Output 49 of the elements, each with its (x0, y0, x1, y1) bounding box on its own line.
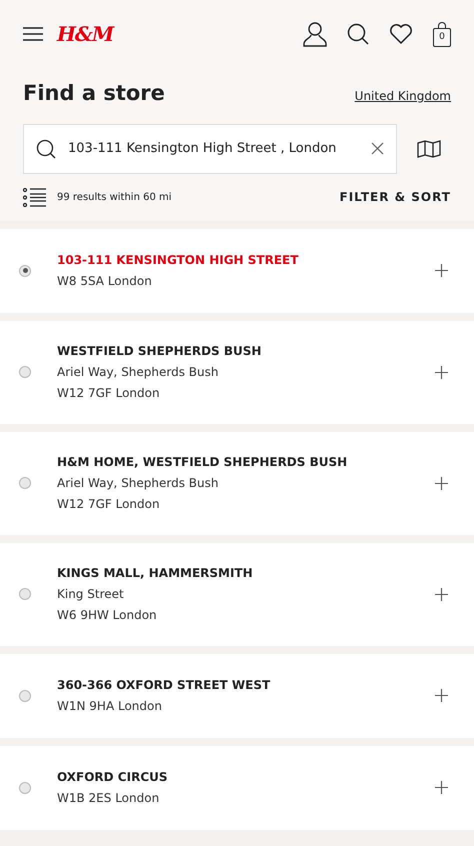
store-address: W1N 9HA London (57, 698, 163, 715)
plus-icon[interactable] (435, 588, 448, 600)
store-card[interactable]: KINGS MALL, HAMMERSMITH King Street W6 9HW London (0, 542, 474, 646)
store-address: W8 5SA London (57, 273, 153, 290)
plus-icon[interactable] (435, 689, 448, 702)
radio-button[interactable] (19, 366, 31, 378)
radio-button[interactable] (19, 477, 31, 489)
store-name: 360-366 OXFORD STREET WEST (57, 677, 270, 694)
search-icon (36, 138, 56, 158)
plus-icon[interactable] (435, 781, 448, 794)
heart-icon[interactable] (389, 23, 413, 45)
store-address: Ariel Way, Shepherds Bush (57, 475, 220, 492)
search-field[interactable]: 103-111 Kensington High Street , London (68, 138, 359, 158)
list-icon[interactable] (23, 188, 46, 206)
search-icon[interactable] (347, 23, 369, 45)
map-icon[interactable] (417, 140, 441, 158)
brand-logo[interactable]: H&M (57, 19, 114, 49)
menu-icon (23, 27, 43, 41)
country-link[interactable]: United Kingdom (354, 87, 451, 105)
store-name: H&M HOME, WESTFIELD SHEPHERDS BUSH (57, 454, 348, 471)
store-address: Ariel Way, Shepherds Bush (57, 364, 220, 381)
store-card[interactable]: 360-366 OXFORD STREET WEST W1N 9HA London (0, 654, 474, 738)
search-box[interactable]: 103-111 Kensington High Street , London (23, 124, 397, 174)
store-address: W12 7GF London (57, 496, 161, 513)
store-card[interactable]: 103-111 KENSINGTON HIGH STREET W8 5SA London (0, 228, 474, 312)
store-address: W1B 2ES London (57, 790, 160, 807)
store-address: W6 9HW London (57, 607, 158, 624)
page-title: Find a store (23, 80, 165, 107)
store-name: KINGS MALL, HAMMERSMITH (57, 565, 253, 582)
store-card[interactable]: OXFORD CIRCUS W1B 2ES London (0, 746, 474, 830)
menu-button[interactable] (23, 26, 43, 42)
store-name: 103-111 KENSINGTON HIGH STREET (57, 252, 298, 269)
store-address: W12 7GF London (57, 385, 161, 402)
store-card[interactable]: WESTFIELD SHEPHERDS BUSH Ariel Way, Shepherds Bush W12 7GF London (0, 320, 474, 424)
store-name: WESTFIELD SHEPHERDS BUSH (57, 343, 262, 360)
radio-button[interactable] (19, 588, 31, 600)
radio-button[interactable] (19, 690, 31, 702)
radio-button[interactable] (19, 264, 31, 276)
plus-icon[interactable] (435, 366, 448, 378)
plus-icon[interactable] (435, 264, 448, 277)
store-name: OXFORD CIRCUS (57, 769, 168, 786)
account-icon[interactable] (303, 21, 327, 47)
results-count: 99 results within 60 mi (57, 190, 172, 204)
filter-sort-button[interactable]: FILTER & SORT (340, 188, 451, 206)
clear-icon[interactable] (371, 142, 384, 155)
store-card[interactable]: H&M HOME, WESTFIELD SHEPHERDS BUSH Ariel Way, Shepherds Bush W12 7GF London (0, 432, 474, 534)
plus-icon[interactable] (435, 476, 448, 490)
store-address: King Street (57, 586, 125, 603)
radio-button[interactable] (19, 782, 31, 794)
